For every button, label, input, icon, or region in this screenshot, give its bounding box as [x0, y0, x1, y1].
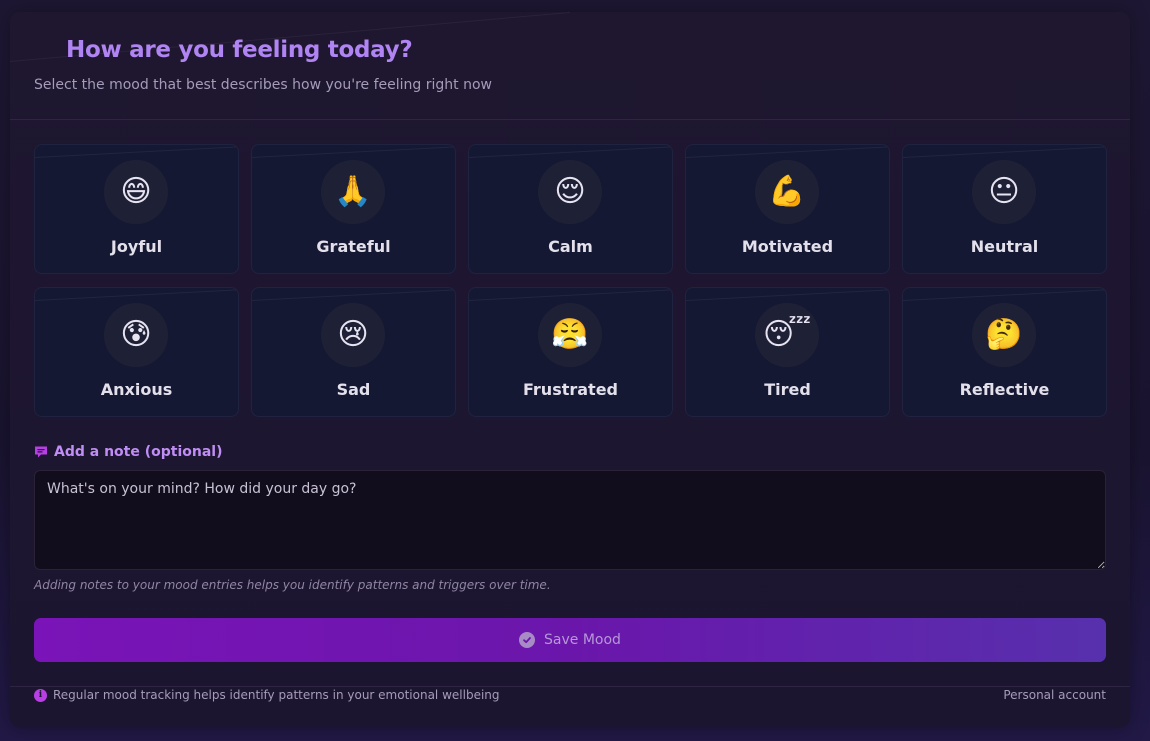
- mood-label: Motivated: [741, 237, 834, 256]
- comment-icon: [35, 446, 47, 458]
- mood-option-motivated[interactable]: 💪 Motivated: [685, 144, 890, 274]
- page-subtitle: Select the mood that best describes how …: [34, 77, 492, 93]
- mood-option-calm[interactable]: 😌 Calm: [468, 144, 673, 274]
- mood-option-neutral[interactable]: 😐 Neutral: [902, 144, 1107, 274]
- neutral-face-icon: 😐: [972, 160, 1036, 224]
- check-circle-icon: [519, 632, 536, 648]
- save-mood-button[interactable]: Save Mood: [34, 618, 1106, 662]
- mood-label: Neutral: [970, 237, 1039, 256]
- mood-label: Tired: [764, 380, 811, 399]
- footer-info: i Regular mood tracking helps identify p…: [34, 688, 500, 702]
- note-label: Add a note (optional): [34, 444, 222, 460]
- mood-label: Calm: [548, 237, 593, 256]
- footer-info-text: Regular mood tracking helps identify pat…: [53, 688, 500, 702]
- mood-option-sad[interactable]: 😢 Sad: [251, 287, 456, 417]
- relieved-face-icon: 😌: [538, 160, 602, 224]
- crying-face-icon: 😢: [321, 303, 385, 367]
- folded-hands-icon: 🙏: [321, 160, 385, 224]
- grinning-face-icon: 😄: [104, 160, 168, 224]
- flexed-biceps-icon: 💪: [755, 160, 819, 224]
- note-textarea[interactable]: [34, 470, 1106, 570]
- steam-nose-face-icon: 😤: [538, 303, 602, 367]
- mood-label: Sad: [336, 380, 371, 399]
- mood-label: Reflective: [959, 380, 1050, 399]
- mood-grid: 😄 Joyful 🙏 Grateful 😌 Calm 💪 Motivated 😐…: [34, 144, 1107, 417]
- info-icon: i: [34, 688, 47, 702]
- note-label-text: Add a note (optional): [54, 444, 223, 460]
- thinking-face-icon: 🤔: [972, 303, 1036, 367]
- card-header: How are you feeling today? Select the mo…: [10, 12, 1130, 120]
- mood-option-joyful[interactable]: 😄 Joyful: [34, 144, 239, 274]
- mood-label: Anxious: [100, 380, 173, 399]
- mood-label: Frustrated: [523, 380, 618, 399]
- card-footer: i Regular mood tracking helps identify p…: [10, 686, 1130, 728]
- mood-option-anxious[interactable]: 😰 Anxious: [34, 287, 239, 417]
- sleeping-face-icon: 😴: [755, 303, 819, 367]
- mood-option-frustrated[interactable]: 😤 Frustrated: [468, 287, 673, 417]
- mood-option-tired[interactable]: 😴 Tired: [685, 287, 890, 417]
- page-title: How are you feeling today?: [66, 37, 413, 63]
- save-mood-label: Save Mood: [544, 632, 621, 648]
- mood-option-reflective[interactable]: 🤔 Reflective: [902, 287, 1107, 417]
- note-hint: Adding notes to your mood entries helps …: [34, 578, 551, 592]
- mood-option-grateful[interactable]: 🙏 Grateful: [251, 144, 456, 274]
- mood-label: Joyful: [110, 237, 163, 256]
- anxious-face-icon: 😰: [104, 303, 168, 367]
- mood-label: Grateful: [316, 237, 391, 256]
- account-label: Personal account: [1003, 688, 1106, 702]
- mood-card: How are you feeling today? Select the mo…: [10, 12, 1130, 728]
